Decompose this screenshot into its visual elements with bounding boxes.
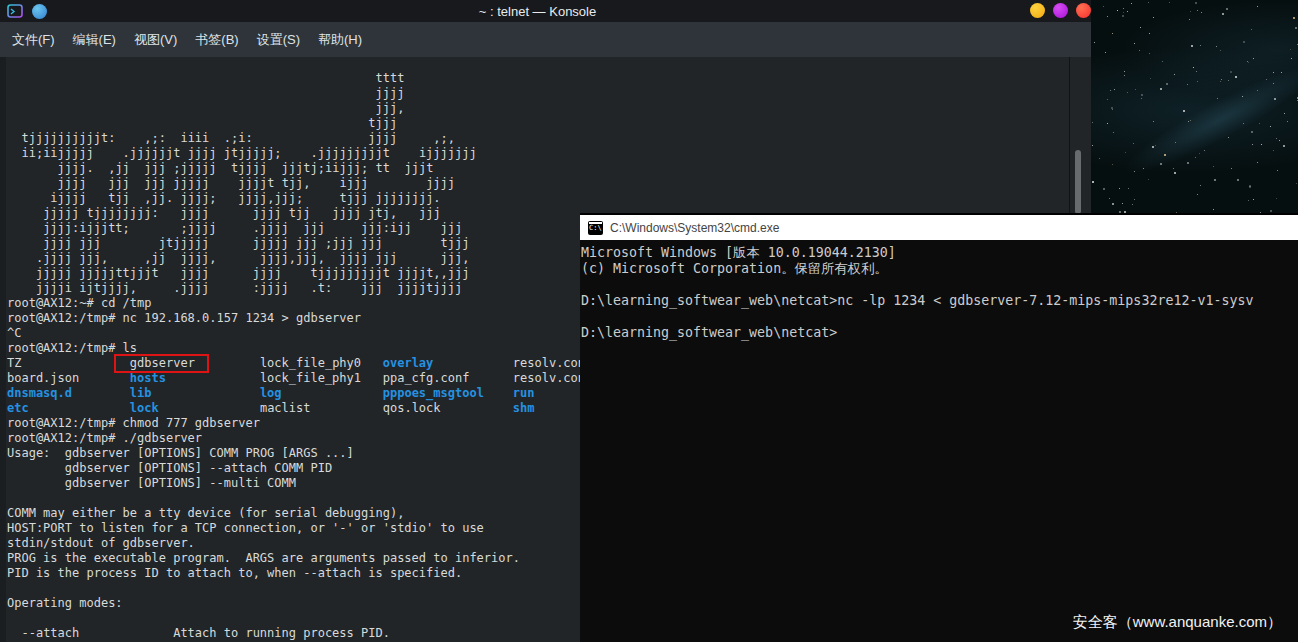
terminal-line: PROG is the executable program. ARGS are… [7,551,585,566]
terminal-line: ii;iijjjjj .jjjjjjt jjjj jtjjjjj; .jjjjj… [7,146,585,161]
terminal-line: jjjjj jjjjjttjjjt jjjj jjjj tjjjjjjjjjt … [7,266,585,281]
terminal-line: board.json hosts lock_file_phy1 ppa_cfg.… [7,371,585,386]
terminal-line: HOST:PORT to listen for a TCP connection… [7,521,585,536]
menu-item-view[interactable]: 视图(V) [125,22,186,57]
terminal-line: PID is the process ID to attach to, when… [7,566,585,581]
cmd-line [581,277,1298,293]
terminal-line: etc lock maclist qos.lock shm [7,401,585,416]
cmd-terminal[interactable]: Microsoft Windows [版本 10.0.19044.2130](c… [580,240,1298,341]
terminal-line: tttt [7,71,585,86]
terminal-line: gdbserver [OPTIONS] --multi COMM [7,476,585,491]
terminal-line: dnsmasq.d lib log pppoes_msgtool run [7,386,585,401]
terminal-line: root@AX12:/tmp# chmod 777 gdbserver [7,416,585,431]
watermark: 安全客（www.anquanke.com） [1073,613,1282,632]
highlight-box-gdbserver [114,354,209,373]
cmd-window: C:\Windows\System32\cmd.exe Microsoft Wi… [580,213,1298,642]
terminal-line: TZ gdbserver lock_file_phy0 overlay reso… [7,356,585,371]
scrollbar-thumb[interactable] [1075,150,1081,214]
terminal-line: Usage: gdbserver [OPTIONS] COMM PROG [AR… [7,446,585,461]
cmd-line [581,309,1298,325]
terminal-line: stdin/stdout of gdbserver. [7,536,585,551]
konsole-titlebar[interactable]: ~ : telnet — Konsole [0,0,1091,22]
cmd-titlebar[interactable]: C:\Windows\System32\cmd.exe [580,215,1298,240]
terminal-line: jjjj jjj jjj jjjjj jjjjt tjj, ijjj jjjj [7,176,585,191]
cmd-line: Microsoft Windows [版本 10.0.19044.2130] [581,245,1298,261]
terminal-line: .jjjj jjj, ,jj jjjj, jjjj,jjj, jjjj jjj … [7,251,585,266]
terminal-line: Operating modes: [7,596,585,611]
terminal-line: root@AX12:~# cd /tmp [7,296,585,311]
cmd-line: D:\learning_softwear_web\netcat>nc -lp 1… [581,293,1298,309]
terminal-line: tjjjjjjjjjjt: ,;: iiii .;i: jjjj ,;, [7,131,585,146]
terminal-line: jjjj [7,86,585,101]
maximize-button[interactable] [1053,3,1068,18]
close-button[interactable] [1076,3,1091,18]
cmd-line: (c) Microsoft Corporation。保留所有权利。 [581,261,1298,277]
terminal-line: root@AX12:/tmp# nc 192.168.0.157 1234 > … [7,311,585,326]
konsole-menubar: 文件(F)编辑(E)视图(V)书签(B)设置(S)帮助(H) [0,22,1091,57]
terminal-line: jjjjj tjjjjjjjj: jjjj jjjj tjj jjjj jtj,… [7,206,585,221]
cmd-title: C:\Windows\System32\cmd.exe [610,221,779,235]
terminal-line: ijjjj tjj ,jj. jjjj; jjjj,jjj; tjjj jjjj… [7,191,585,206]
menu-item-file[interactable]: 文件(F) [3,22,64,57]
terminal-line [7,581,585,596]
terminal-line [7,611,585,626]
terminal-line: root@AX12:/tmp# ./gdbserver [7,431,585,446]
terminal-line: jjjj jjj jtjjjjj jjjjj jjj ;jjj jjj tjjj [7,236,585,251]
menu-item-settings[interactable]: 设置(S) [248,22,309,57]
cmd-icon [588,221,603,235]
cmd-line: D:\learning_softwear_web\netcat> [581,325,1298,341]
terminal-line: jjjj. ,jj jjj ;jjjjj tjjjj jjjtj;iijjj; … [7,161,585,176]
terminal-line: --attach Attach to running process PID. [7,626,585,641]
terminal-line: COMM may either be a tty device (for ser… [7,506,585,521]
terminal-left-edge [0,57,6,642]
menu-item-bookmarks[interactable]: 书签(B) [186,22,247,57]
minimize-button[interactable] [1030,3,1045,18]
window-title: ~ : telnet — Konsole [0,4,1083,19]
terminal-line: root@AX12:/tmp# ls [7,341,585,356]
menu-item-edit[interactable]: 编辑(E) [64,22,125,57]
terminal-line: ^C [7,326,585,341]
terminal-line: gdbserver [OPTIONS] --attach COMM PID [7,461,585,476]
terminal-line: jjj, [7,101,585,116]
terminal-line [7,491,585,506]
terminal-line: tjjj [7,116,585,131]
terminal-line: jjjj:ijjjtt; ;jjjj .jjjj jjj jjj:ijj jjj [7,221,585,236]
terminal-line: jjjji ijtjjjj, .jjjj :jjjj .t: jjj jjjjt… [7,281,585,296]
terminal-output: tttt jjjj jjj, tjjj tjjjjjjjjjjt: ,;: ii… [7,71,585,641]
menu-item-help[interactable]: 帮助(H) [309,22,371,57]
